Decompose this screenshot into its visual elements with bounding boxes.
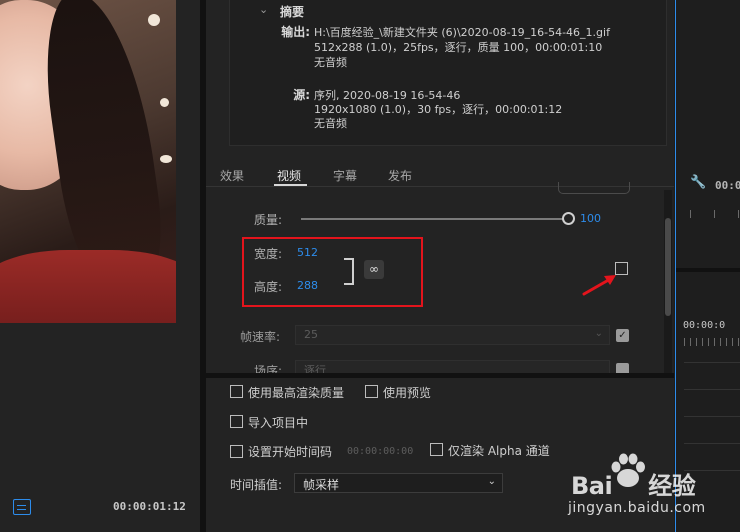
time-interpolation-label: 时间插值: [230, 478, 283, 492]
chevron-down-icon: ⌄ [487, 476, 496, 487]
chevron-down-icon[interactable]: ⌄ [259, 3, 268, 16]
use-preview-label: 使用预览 [383, 386, 432, 400]
source-audio: 无音频 [314, 117, 347, 130]
settings-scrollbar-thumb[interactable] [665, 218, 671, 316]
output-label: 输出: [281, 25, 310, 39]
height-value[interactable]: 288 [297, 279, 318, 292]
width-value[interactable]: 512 [297, 246, 318, 259]
alpha-only-checkbox[interactable] [430, 443, 443, 456]
fit-frame-icon[interactable] [13, 499, 31, 515]
timeline-ruler-bottom[interactable] [684, 338, 740, 346]
output-path[interactable]: H:\百度经验_\新建文件夹 (6)\2020-08-19_16-54-46_1… [314, 24, 610, 40]
quality-label: 质量: [254, 213, 283, 227]
quality-slider-track[interactable] [301, 218, 568, 220]
timeline-track[interactable] [684, 416, 740, 417]
preview-timecode: 00:00:01:12 [113, 500, 186, 513]
summary-title: 摘要 [280, 5, 305, 19]
output-spec: 512x288 (1.0)，25fps，逐行，质量 100，00:00:01:1… [314, 41, 603, 54]
start-timecode-label: 设置开始时间码 [248, 445, 333, 459]
fps-value: 25 [304, 328, 318, 341]
timeline-track[interactable] [684, 443, 740, 444]
active-tab-indicator [274, 184, 307, 186]
import-project-checkbox[interactable] [230, 415, 243, 428]
height-label: 高度: [254, 280, 283, 294]
width-label: 宽度: [254, 247, 283, 261]
timeline-ruler[interactable] [690, 210, 740, 218]
tab-video[interactable]: 视频 [277, 167, 301, 184]
max-quality-checkbox[interactable] [230, 385, 243, 398]
tab-publish[interactable]: 发布 [388, 167, 412, 184]
wrench-icon[interactable]: 🔧 [690, 175, 706, 190]
chevron-down-icon: ⌄ [594, 328, 603, 339]
fps-label: 帧速率: [240, 330, 281, 344]
preview-image [0, 0, 176, 323]
quality-value[interactable]: 100 [580, 212, 601, 225]
fps-select[interactable]: 25 ⌄ [295, 325, 610, 345]
link-icon[interactable]: ∞ [364, 260, 384, 279]
max-quality-label: 使用最高渲染质量 [248, 386, 345, 400]
time-interpolation-select[interactable]: 帧采样 ⌄ [294, 473, 503, 493]
start-timecode-value[interactable]: 00:00:00:00 [347, 446, 413, 457]
tab-captions[interactable]: 字幕 [333, 167, 357, 184]
playhead-line[interactable] [675, 0, 676, 532]
tab-effects[interactable]: 效果 [220, 167, 244, 184]
timeline-timecode-top: 00:00 [715, 179, 740, 192]
red-arrow-annotation [582, 275, 616, 296]
watermark-url: jingyan.baidu.com [568, 500, 706, 516]
alpha-only-label: 仅渲染 Alpha 通道 [448, 444, 550, 458]
aspect-bracket [344, 258, 354, 285]
timeline-track[interactable] [684, 362, 740, 363]
panel-divider-horizontal[interactable] [206, 373, 674, 378]
source-label: 源: [293, 88, 310, 102]
use-preview-checkbox[interactable] [365, 385, 378, 398]
time-interpolation-value: 帧采样 [303, 478, 340, 492]
start-timecode-checkbox[interactable] [230, 445, 243, 458]
import-project-label: 导入项目中 [248, 416, 309, 430]
timeline-timecode-bottom: 00:00:0 [683, 320, 726, 331]
timeline-panel [676, 0, 740, 532]
preview-panel: 00:00:01:12 [0, 0, 200, 532]
output-audio: 无音频 [314, 56, 347, 69]
fps-match-checkbox[interactable]: ✓ [616, 329, 629, 342]
watermark-brand: Bai 经验 [571, 472, 696, 500]
timeline-track[interactable] [684, 389, 740, 390]
source-spec: 1920x1080 (1.0)，30 fps，逐行，00:00:01:12 [314, 103, 563, 116]
quality-slider-handle[interactable] [561, 212, 575, 225]
summary-box [229, 0, 667, 146]
timeline-divider [676, 268, 740, 272]
preset-dropdown[interactable] [558, 182, 630, 194]
